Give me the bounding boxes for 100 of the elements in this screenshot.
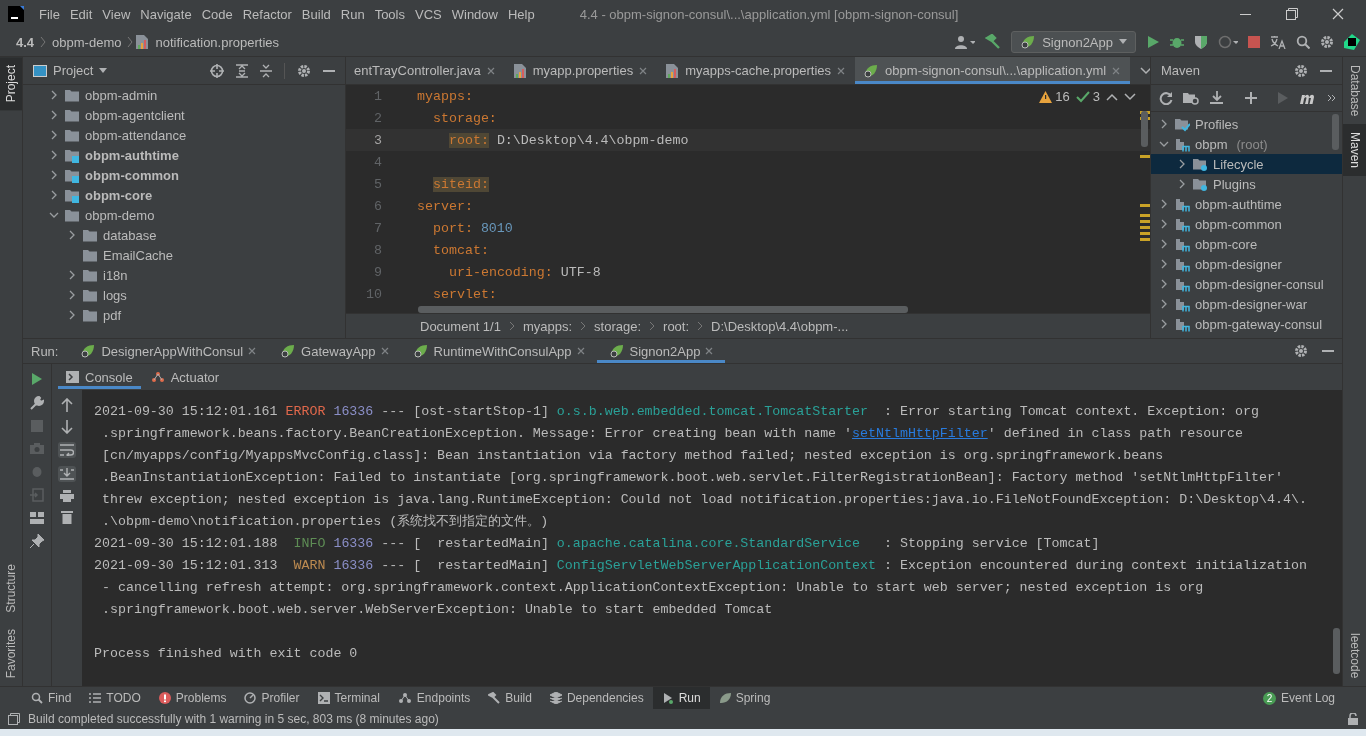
tool-window-button[interactable]: Run	[652, 687, 710, 709]
tool-window-tab[interactable]: Structure	[0, 555, 22, 621]
editor-tab[interactable]: myapp.properties	[504, 57, 658, 84]
rerun-icon[interactable]	[31, 372, 43, 386]
breadcrumb-item[interactable]: obpm-demo	[48, 34, 126, 50]
chevron-right-icon[interactable]	[1159, 198, 1169, 210]
crosshair-icon[interactable]	[210, 63, 224, 78]
scroll-to-end-toggle[interactable]	[58, 466, 76, 482]
tree-item[interactable]: obpm-authtime	[85, 147, 179, 163]
close-icon[interactable]	[486, 66, 495, 75]
tree-item[interactable]: obpm-authtime	[1195, 196, 1282, 212]
user-icon[interactable]	[955, 35, 976, 49]
collapse-all-icon[interactable]	[260, 63, 272, 78]
tree-item[interactable]: obpm	[1195, 136, 1228, 152]
menu-item[interactable]: Build	[296, 6, 336, 22]
menu-item[interactable]: Edit	[64, 6, 98, 22]
run-tab[interactable]: GatewayApp	[268, 339, 401, 363]
close-icon[interactable]	[837, 66, 846, 75]
close-icon[interactable]	[705, 347, 714, 355]
scrollbar-thumb[interactable]	[418, 306, 908, 313]
tree-item[interactable]: pdf	[103, 307, 122, 323]
breadcrumb-item[interactable]: D:\Desktop\4.4\obpm-...	[711, 318, 849, 334]
tool-window-tab[interactable]: Project	[0, 57, 22, 111]
chevron-right-icon[interactable]	[1177, 178, 1187, 190]
breadcrumb-item[interactable]: notification.properties	[151, 34, 284, 50]
lock-icon[interactable]	[1348, 713, 1358, 725]
breadcrumb-item[interactable]: root:	[663, 318, 690, 334]
menu-item[interactable]: File	[34, 6, 65, 22]
printer-icon[interactable]	[60, 490, 74, 502]
chevron-right-icon[interactable]	[49, 129, 59, 141]
close-icon[interactable]	[380, 347, 389, 355]
close-icon[interactable]	[576, 347, 585, 355]
tree-item[interactable]: Plugins	[1213, 176, 1256, 192]
menu-item[interactable]: Code	[196, 6, 238, 22]
scrollbar-thumb[interactable]	[1141, 111, 1148, 147]
tree-item[interactable]: obpm-designer-consul	[1195, 276, 1324, 292]
chevron-right-icon[interactable]	[49, 169, 59, 181]
tree-item[interactable]: obpm-common	[1195, 216, 1282, 232]
chevron-right-icon[interactable]	[49, 189, 59, 201]
chevron-right-icon[interactable]	[67, 229, 77, 241]
arrow-down-icon[interactable]	[61, 420, 73, 434]
folder-refresh-icon[interactable]	[1183, 91, 1199, 105]
menu-item[interactable]: Run	[335, 6, 370, 22]
breadcrumb-item[interactable]: myapps:	[522, 318, 573, 334]
translate-icon[interactable]	[1270, 35, 1286, 49]
gauge-icon[interactable]	[1218, 35, 1238, 49]
tool-window-button[interactable]: Terminal	[308, 687, 389, 709]
close-icon[interactable]	[1332, 8, 1344, 20]
hammer-icon[interactable]	[985, 34, 1002, 50]
tool-window-tab[interactable]: leetcode	[1343, 624, 1366, 686]
run-icon[interactable]	[1146, 35, 1160, 49]
run-tab[interactable]: DesignerAppWithConsul	[68, 339, 269, 363]
tree-item[interactable]: obpm-attendance	[85, 127, 187, 143]
settings-icon[interactable]	[297, 63, 311, 78]
refresh-icon[interactable]	[1159, 91, 1173, 105]
chevron-right-icon[interactable]	[67, 309, 77, 321]
chevron-right-icon[interactable]	[49, 89, 59, 101]
console-tab[interactable]: Actuator	[142, 365, 228, 389]
plus-icon[interactable]	[1245, 92, 1257, 104]
tool-window-button[interactable]: Build	[479, 687, 541, 709]
menu-item[interactable]: Refactor	[237, 6, 297, 22]
menu-item[interactable]: View	[97, 6, 136, 22]
close-icon[interactable]	[639, 66, 648, 75]
panel-title[interactable]: Project	[53, 63, 94, 78]
tool-window-button[interactable]: Endpoints	[388, 687, 480, 709]
tree-item[interactable]: obpm-demo	[85, 207, 155, 223]
run-tab[interactable]: RuntimeWithConsulApp	[400, 339, 597, 363]
pin-icon[interactable]	[30, 534, 44, 548]
tree-item[interactable]: obpm-core	[85, 187, 153, 203]
chevron-right-icon[interactable]	[67, 289, 77, 301]
chevron-right-icon[interactable]	[49, 149, 59, 161]
tree-item[interactable]: i18n	[103, 267, 128, 283]
breadcrumb-item[interactable]: Document 1/1	[420, 318, 501, 334]
settings-icon[interactable]	[1294, 63, 1308, 78]
soft-wrap-toggle[interactable]	[58, 442, 76, 458]
breadcrumb-item[interactable]: 4.4	[12, 34, 39, 50]
close-icon[interactable]	[248, 347, 257, 355]
download-icon[interactable]	[1209, 91, 1225, 105]
chevron-right-icon[interactable]	[1159, 118, 1169, 130]
chevron-right-icon[interactable]	[1159, 278, 1169, 290]
layout-icon[interactable]	[30, 512, 44, 524]
wrench-icon[interactable]	[30, 396, 44, 410]
run-configuration-dropdown[interactable]: Signon2App	[1011, 31, 1136, 53]
expand-all-icon[interactable]	[236, 63, 248, 78]
trash-icon[interactable]	[61, 510, 73, 524]
search-icon[interactable]	[1296, 35, 1310, 49]
tool-window-tab[interactable]: Database	[1343, 57, 1366, 125]
chevron-right-icon[interactable]	[1159, 258, 1169, 270]
tree-item[interactable]: obpm-core	[1195, 236, 1258, 252]
tree-item[interactable]: obpm-agentclient	[85, 107, 185, 123]
tool-window-button[interactable]: Spring	[709, 687, 780, 709]
breadcrumb-item[interactable]: storage:	[594, 318, 642, 334]
editor-tab[interactable]: entTrayController.java	[346, 57, 505, 84]
chevron-right-icon[interactable]	[1159, 238, 1169, 250]
chevron-right-icon[interactable]	[1159, 298, 1169, 310]
tree-item[interactable]: obpm-designer-war	[1195, 296, 1307, 312]
tool-window-tab[interactable]: Maven	[1343, 124, 1366, 177]
run-tab[interactable]: Signon2App	[596, 339, 726, 363]
event-log-button[interactable]: 2 Event Log	[1253, 687, 1344, 709]
tool-window-button[interactable]: TODO	[80, 687, 150, 709]
